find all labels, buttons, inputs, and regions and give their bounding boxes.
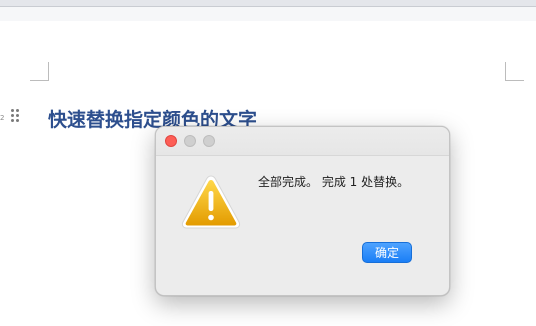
alert-dialog: 全部完成。 完成 1 处替换。 确定 — [155, 126, 450, 296]
close-window-icon[interactable] — [165, 135, 177, 147]
dialog-message: 全部完成。 完成 1 处替换。 — [258, 175, 410, 189]
crop-mark-top-right — [505, 62, 524, 81]
toolbar-strip — [0, 0, 536, 7]
ok-button[interactable]: 确定 — [362, 242, 412, 263]
zoom-window-icon — [203, 135, 215, 147]
dialog-titlebar[interactable] — [156, 127, 449, 156]
paragraph-level-marker: 2 — [0, 114, 5, 122]
warning-triangle-icon — [181, 175, 241, 229]
drag-handle-icon[interactable] — [11, 109, 21, 123]
ruler-strip — [0, 7, 536, 21]
crop-mark-top-left — [30, 62, 49, 81]
minimize-window-icon — [184, 135, 196, 147]
